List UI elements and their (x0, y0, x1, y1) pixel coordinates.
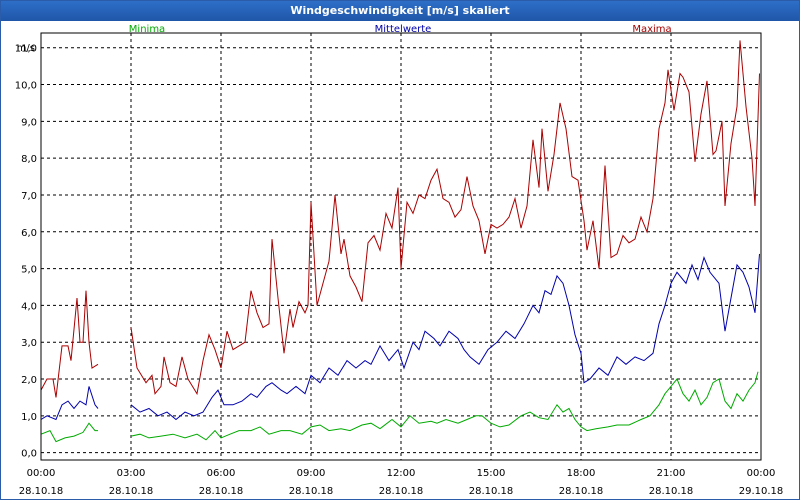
x-tick-time: 12:00 (387, 468, 416, 479)
x-tick-time: 21:00 (657, 468, 686, 479)
x-tick-time: 00:00 (27, 468, 56, 479)
x-tick-date: 28.10.18 (199, 486, 244, 497)
series-line-minima (130, 371, 759, 441)
y-axis-unit: m/s (17, 43, 35, 54)
series-line-maxima (40, 290, 99, 398)
y-tick-label: 6,0 (21, 228, 37, 239)
x-tick-time: 09:00 (297, 468, 326, 479)
grid (41, 33, 761, 460)
wind-speed-chart: Minima Mittelwerte Maxima 0,01,02,03,04,05… (15, 24, 784, 497)
x-tick-time: 03:00 (117, 468, 146, 479)
y-tick-label: 4,0 (21, 301, 37, 312)
y-tick-label: 0,0 (21, 449, 37, 460)
x-tick-date: 28.10.18 (289, 486, 334, 497)
y-tick-label: 5,0 (21, 265, 37, 276)
x-tick-time: 06:00 (207, 468, 236, 479)
series-line-minima (40, 422, 98, 443)
axes: 0,01,02,03,04,05,06,07,08,09,010,011,000… (15, 32, 784, 497)
x-tick-date: 29.10.18 (739, 486, 784, 497)
series-lines (40, 40, 760, 443)
y-tick-label: 3,0 (21, 338, 37, 349)
x-tick-date: 28.10.18 (379, 486, 424, 497)
x-tick-time: 15:00 (477, 468, 506, 479)
chart-window: Windgeschwindigkeit [m/s] skaliert Minim… (0, 0, 800, 500)
y-tick-label: 7,0 (21, 191, 37, 202)
y-tick-label: 10,0 (15, 81, 37, 92)
y-tick-label: 2,0 (21, 375, 37, 386)
series-line-mittelwerte (40, 386, 99, 421)
chart-title: Windgeschwindigkeit [m/s] skaliert (1, 1, 799, 21)
x-tick-time: 00:00 (747, 468, 776, 479)
series-line-maxima (130, 40, 760, 396)
x-tick-time: 18:00 (567, 468, 596, 479)
y-tick-label: 9,0 (21, 117, 37, 128)
series-line-mittelwerte (130, 253, 760, 421)
y-tick-label: 8,0 (21, 154, 37, 165)
x-tick-date: 28.10.18 (559, 486, 604, 497)
x-tick-date: 28.10.18 (19, 486, 64, 497)
x-tick-date: 28.10.18 (109, 486, 154, 497)
y-tick-label: 1,0 (21, 412, 37, 423)
x-tick-date: 28.10.18 (649, 486, 694, 497)
x-tick-date: 28.10.18 (469, 486, 514, 497)
